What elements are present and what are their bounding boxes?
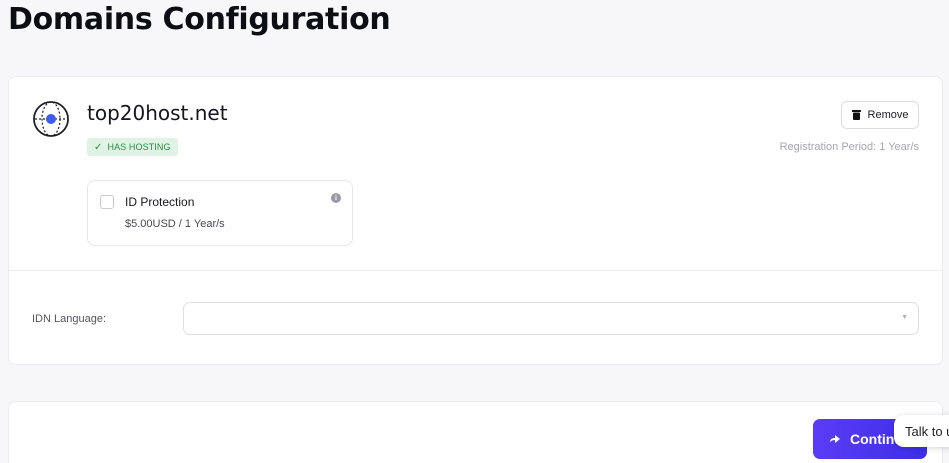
registration-period: Registration Period: 1 Year/s bbox=[779, 141, 919, 153]
addon-title: ID Protection bbox=[125, 195, 195, 209]
chat-widget-button[interactable]: Talk to us bbox=[894, 415, 949, 447]
chat-widget-label: Talk to us bbox=[905, 423, 949, 439]
footer-card bbox=[8, 401, 943, 463]
domain-config-card: top20host.net ✓ HAS HOSTING Remove Regis… bbox=[8, 76, 943, 365]
check-icon: ✓ bbox=[94, 141, 103, 153]
idn-language-select[interactable]: ▼ bbox=[183, 302, 919, 335]
hosting-badge-label: HAS HOSTING bbox=[107, 142, 171, 152]
divider bbox=[9, 270, 942, 271]
trash-icon bbox=[851, 110, 861, 120]
addon-price: $5.00USD / 1 Year/s bbox=[125, 218, 225, 230]
globe-icon bbox=[33, 101, 69, 137]
remove-button[interactable]: Remove bbox=[841, 101, 919, 129]
arrow-right-icon bbox=[830, 435, 840, 443]
page-title: Domains Configuration bbox=[8, 2, 391, 37]
id-protection-checkbox[interactable] bbox=[100, 195, 114, 209]
chevron-down-icon: ▼ bbox=[901, 314, 908, 321]
addon-id-protection[interactable]: ID Protection $5.00USD / 1 Year/s i bbox=[87, 180, 353, 246]
domain-name: top20host.net bbox=[87, 101, 228, 125]
remove-button-label: Remove bbox=[867, 109, 909, 121]
info-icon[interactable]: i bbox=[331, 193, 341, 203]
idn-language-label: IDN Language: bbox=[32, 313, 106, 325]
hosting-badge: ✓ HAS HOSTING bbox=[87, 138, 178, 156]
